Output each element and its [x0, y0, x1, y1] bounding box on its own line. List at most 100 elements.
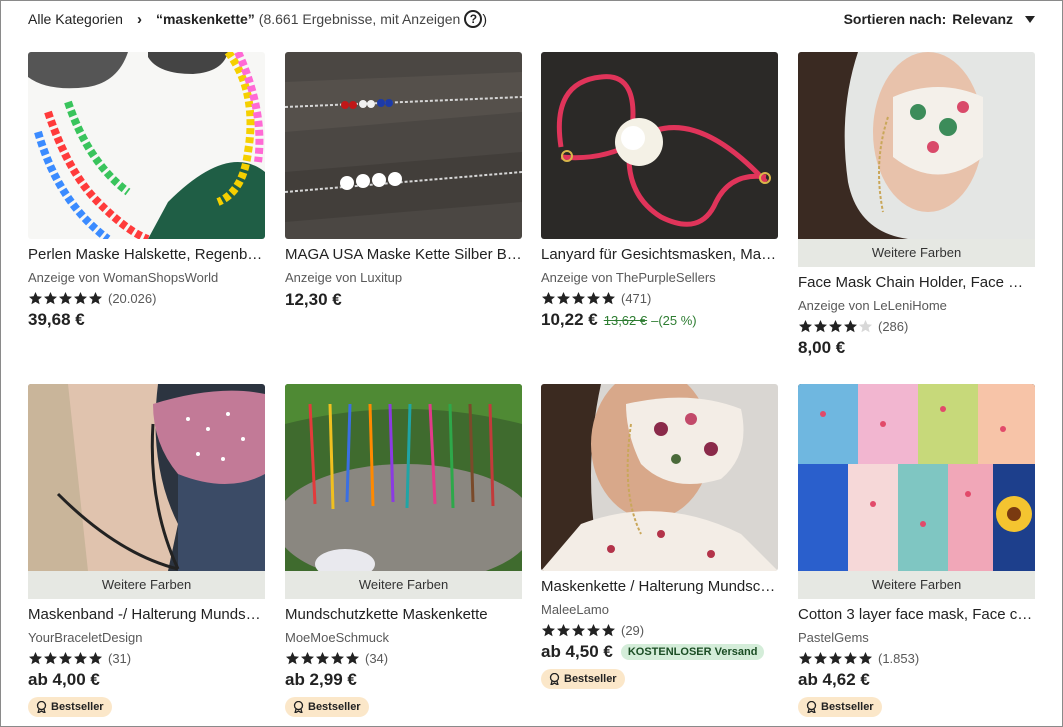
search-query: “maskenkette” — [155, 11, 255, 27]
result-count: (8.661 Ergebnisse, mit Anzeigen — [258, 11, 461, 27]
listing-image[interactable] — [541, 52, 778, 239]
shop-name[interactable]: MaleeLamo — [541, 601, 778, 619]
listing-image[interactable] — [28, 384, 265, 571]
star-filled-icon — [331, 652, 344, 665]
listing-image[interactable] — [541, 384, 778, 571]
star-filled-icon — [89, 652, 102, 665]
shop-name[interactable]: Anzeige von LeLeniHome — [798, 297, 1035, 315]
star-filled-icon — [602, 292, 615, 305]
listing-title[interactable]: Maskenkette / Halterung Mundschutz — [541, 577, 778, 597]
medal-icon — [549, 673, 560, 685]
price: ab 4,62 € — [798, 670, 870, 689]
star-rating — [541, 291, 616, 306]
listing-image[interactable] — [28, 52, 265, 239]
price: 12,30 € — [285, 290, 342, 309]
bestseller-badge: Bestseller — [285, 697, 369, 717]
listing-card[interactable]: Weitere Farben Face Mask Chain Holder, F… — [798, 52, 1035, 362]
listing-title[interactable]: Mundschutzkette Maskenkette — [285, 605, 522, 625]
more-colors-label[interactable]: Weitere Farben — [798, 571, 1035, 599]
price-row: 8,00 € — [798, 338, 1035, 362]
listing-card[interactable]: Lanyard für Gesichtsmasken, Maskenkette … — [541, 52, 778, 334]
star-filled-icon — [572, 292, 585, 305]
star-filled-icon — [557, 624, 570, 637]
rating: (29) — [541, 622, 778, 639]
star-rating — [798, 319, 873, 334]
listing-card[interactable]: Weitere Farben Cotton 3 layer face mask,… — [798, 384, 1035, 718]
star-filled-icon — [29, 292, 42, 305]
star-filled-icon — [829, 652, 842, 665]
listing-image[interactable] — [285, 384, 522, 571]
price: ab 4,50 € — [541, 642, 613, 661]
price-row: ab 4,00 € — [28, 670, 265, 694]
star-filled-icon — [814, 320, 827, 333]
help-icon[interactable]: ? — [464, 10, 483, 28]
star-filled-icon — [286, 652, 299, 665]
star-filled-icon — [799, 320, 812, 333]
star-filled-icon — [844, 652, 857, 665]
price-row: 12,30 € — [285, 290, 522, 314]
shop-name[interactable]: MoeMoeSchmuck — [285, 629, 522, 647]
star-filled-icon — [89, 292, 102, 305]
star-filled-icon — [542, 624, 555, 637]
price: 8,00 € — [798, 338, 846, 357]
results-header: Alle Kategorien › “maskenkette” (8.661 E… — [28, 7, 1035, 31]
listing-card[interactable]: Perlen Maske Halskette, Regenbogen Maske… — [28, 52, 265, 334]
star-filled-icon — [74, 292, 87, 305]
star-rating — [541, 623, 616, 638]
listing-title[interactable]: Maskenband -/ Halterung Mundschutz — [28, 605, 265, 625]
shop-name[interactable]: Anzeige von Luxitup — [285, 269, 522, 287]
listing-image[interactable] — [798, 52, 1035, 239]
listing-title[interactable]: Lanyard für Gesichtsmasken, Maskenkette — [541, 245, 778, 265]
price-row: 10,22 € 13,62 € –(25 %) — [541, 310, 778, 334]
listing-card[interactable]: Maskenkette / Halterung Mundschutz Malee… — [541, 384, 778, 690]
medal-icon — [806, 701, 817, 713]
star-filled-icon — [59, 292, 72, 305]
more-colors-label[interactable]: Weitere Farben — [285, 571, 522, 599]
star-filled-icon — [44, 652, 57, 665]
star-filled-icon — [74, 652, 87, 665]
listing-image[interactable] — [285, 52, 522, 239]
bestseller-badge: Bestseller — [798, 697, 882, 717]
price: 39,68 € — [28, 310, 85, 329]
review-count: (20.026) — [108, 291, 157, 306]
listing-title[interactable]: Perlen Maske Halskette, Regenbogen Maske… — [28, 245, 265, 265]
listing-title[interactable]: Cotton 3 layer face mask, Face covering — [798, 605, 1035, 625]
star-filled-icon — [59, 652, 72, 665]
review-count: (31) — [108, 651, 132, 666]
more-colors-label[interactable]: Weitere Farben — [28, 571, 265, 599]
price: ab 4,00 € — [28, 670, 100, 689]
star-empty-icon — [859, 320, 872, 333]
bestseller-badge: Bestseller — [541, 669, 625, 689]
star-rating — [28, 651, 103, 666]
bestseller-label: Bestseller — [308, 701, 361, 713]
price: 10,22 € — [541, 310, 598, 329]
more-colors-label[interactable]: Weitere Farben — [798, 239, 1035, 267]
listing-image[interactable] — [798, 384, 1035, 571]
listing-card[interactable]: Weitere Farben Mundschutzkette Maskenket… — [285, 384, 522, 718]
review-count: (34) — [365, 651, 389, 666]
star-filled-icon — [814, 652, 827, 665]
star-filled-icon — [44, 292, 57, 305]
sort-prefix: Sortieren nach: — [843, 11, 947, 27]
star-filled-icon — [587, 624, 600, 637]
shop-name[interactable]: YourBraceletDesign — [28, 629, 265, 647]
star-filled-icon — [316, 652, 329, 665]
sort-dropdown[interactable]: Sortieren nach: Relevanz — [844, 11, 1035, 27]
listing-card[interactable]: Weitere Farben Maskenband -/ Halterung M… — [28, 384, 265, 718]
bestseller-label: Bestseller — [51, 701, 104, 713]
sort-value: Relevanz — [952, 11, 1013, 27]
listing-card[interactable]: MAGA USA Maske Kette Silber Brille Kette… — [285, 52, 522, 314]
bestseller-label: Bestseller — [564, 673, 617, 685]
star-filled-icon — [301, 652, 314, 665]
original-price: 13,62 € — [603, 313, 648, 328]
review-count: (1.853) — [878, 651, 920, 666]
star-filled-icon — [602, 624, 615, 637]
shop-name[interactable]: Anzeige von WomanShopsWorld — [28, 269, 265, 287]
listing-title[interactable]: Face Mask Chain Holder, Face Mask Neckla… — [798, 273, 1035, 293]
star-rating — [798, 651, 873, 666]
star-rating — [28, 291, 103, 306]
shop-name[interactable]: Anzeige von ThePurpleSellers — [541, 269, 778, 287]
shop-name[interactable]: PastelGems — [798, 629, 1035, 647]
listing-title[interactable]: MAGA USA Maske Kette Silber Brille Kette — [285, 245, 522, 265]
breadcrumb-all-categories[interactable]: Alle Kategorien — [28, 11, 123, 27]
